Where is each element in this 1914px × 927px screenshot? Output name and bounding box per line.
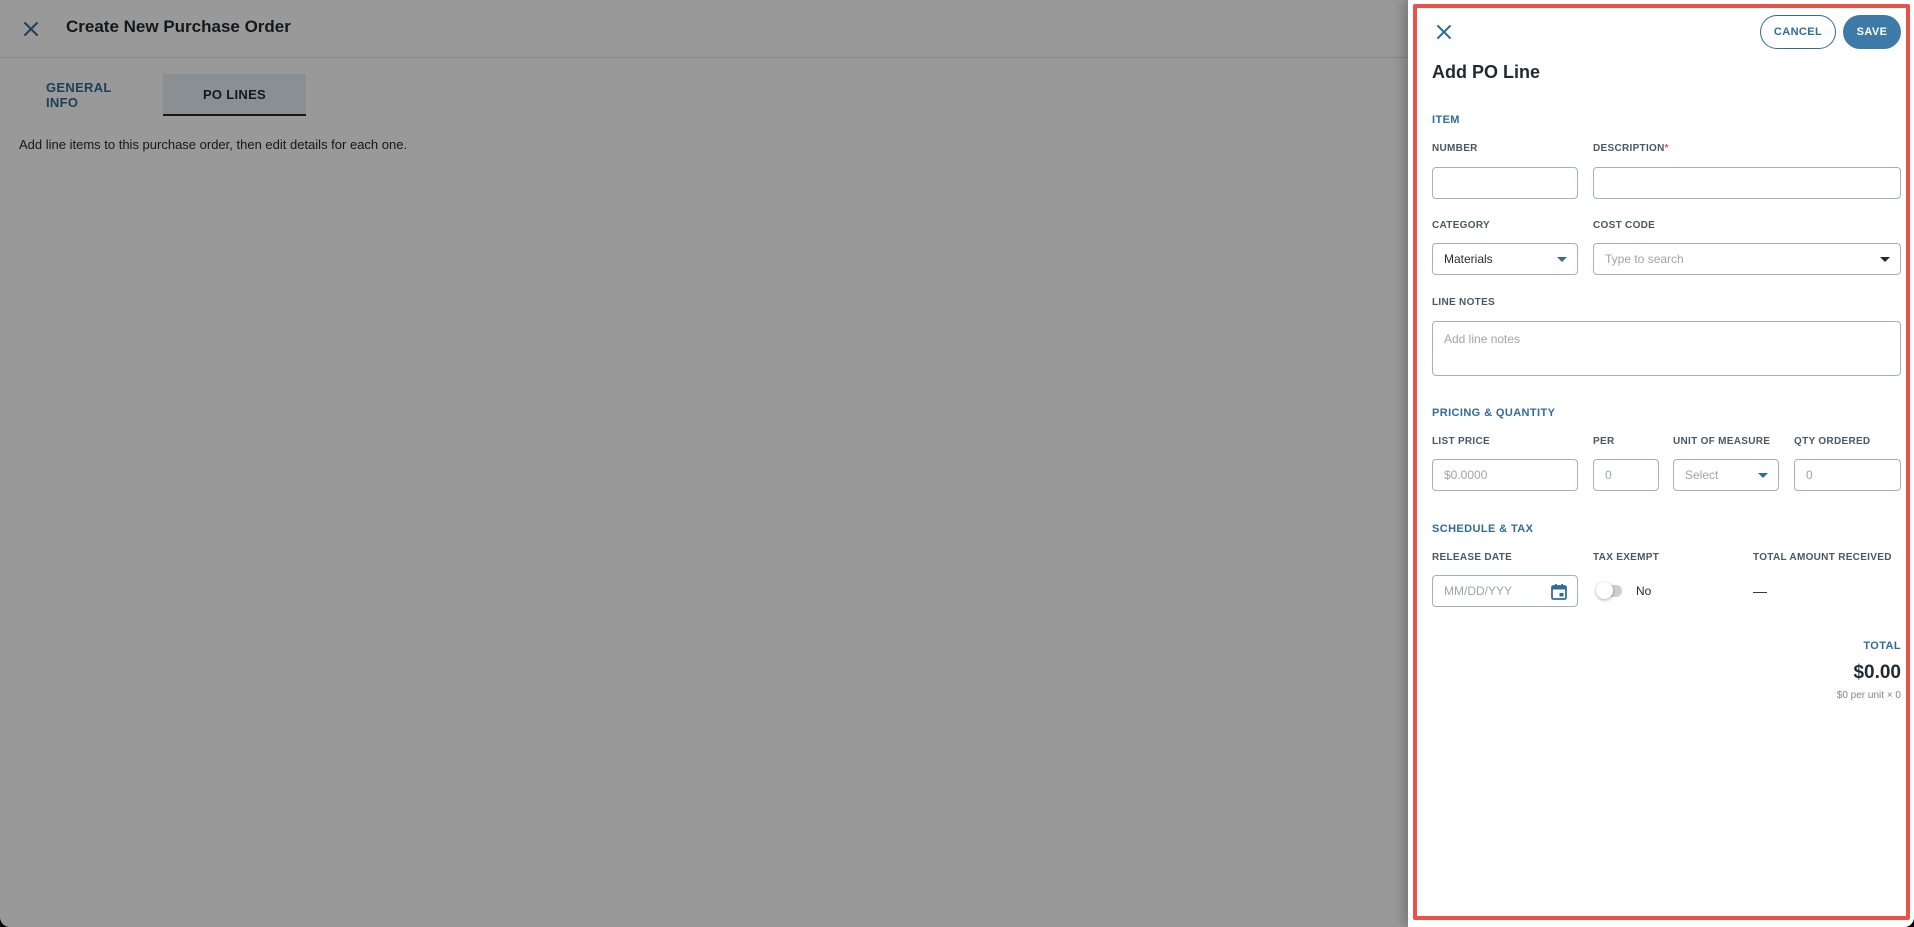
uom-placeholder: Select xyxy=(1685,468,1719,482)
section-schedule-title: SCHEDULE & TAX xyxy=(1432,523,1534,535)
qty-ordered-label: QTY ORDERED xyxy=(1794,436,1871,447)
tax-exempt-toggle[interactable] xyxy=(1596,582,1622,599)
line-notes-label: LINE NOTES xyxy=(1432,297,1496,308)
number-input[interactable] xyxy=(1432,167,1578,199)
uom-label: UNIT OF MEASURE xyxy=(1673,436,1771,447)
tax-exempt-label: TAX EXEMPT xyxy=(1593,552,1660,563)
app-window: Create New Purchase Order GENERAL INFO P… xyxy=(0,0,1914,927)
total-value: $0.00 xyxy=(1853,662,1901,683)
total-breakdown: $0 per unit × 0 xyxy=(1836,690,1901,701)
tax-exempt-value: No xyxy=(1636,584,1652,598)
toggle-knob xyxy=(1596,582,1613,599)
line-notes-textarea[interactable]: Add line notes xyxy=(1432,321,1901,376)
per-label: PER xyxy=(1593,436,1615,447)
total-received-value: — xyxy=(1753,583,1767,599)
description-label-text: DESCRIPTION xyxy=(1593,143,1665,154)
cost-code-combobox[interactable]: Type to search xyxy=(1593,243,1901,275)
drawer-close-icon[interactable] xyxy=(1434,22,1454,42)
required-mark: * xyxy=(1664,143,1669,154)
category-label: CATEGORY xyxy=(1432,220,1490,231)
category-select[interactable]: Materials xyxy=(1432,243,1578,275)
description-label: DESCRIPTION* xyxy=(1593,143,1669,154)
section-pricing-title: PRICING & QUANTITY xyxy=(1432,407,1556,419)
number-label: NUMBER xyxy=(1432,143,1478,154)
total-label: TOTAL xyxy=(1863,640,1901,652)
list-price-label: LIST PRICE xyxy=(1432,436,1491,447)
chevron-down-icon xyxy=(1758,473,1768,478)
section-item-title: ITEM xyxy=(1432,114,1460,126)
total-received-label: TOTAL AMOUNT RECEIVED xyxy=(1753,552,1892,563)
list-price-input[interactable]: $0.0000 xyxy=(1432,459,1578,491)
uom-select[interactable]: Select xyxy=(1673,459,1779,491)
cost-code-placeholder: Type to search xyxy=(1605,252,1684,266)
calendar-icon[interactable] xyxy=(1549,582,1569,602)
save-button[interactable]: SAVE xyxy=(1843,15,1901,49)
description-input[interactable] xyxy=(1593,167,1901,199)
modal-overlay[interactable] xyxy=(0,0,1408,927)
category-value: Materials xyxy=(1444,252,1493,266)
qty-ordered-input[interactable]: 0 xyxy=(1794,459,1901,491)
cancel-button[interactable]: CANCEL xyxy=(1760,15,1836,49)
per-input[interactable]: 0 xyxy=(1593,459,1659,491)
release-date-placeholder: MM/DD/YYY xyxy=(1444,584,1513,598)
release-date-label: RELEASE DATE xyxy=(1432,552,1513,563)
release-date-input[interactable]: MM/DD/YYY xyxy=(1432,575,1578,607)
cost-code-label: COST CODE xyxy=(1593,220,1656,231)
drawer-title: Add PO Line xyxy=(1432,62,1540,82)
chevron-down-icon xyxy=(1880,257,1890,262)
chevron-down-icon xyxy=(1557,257,1567,262)
